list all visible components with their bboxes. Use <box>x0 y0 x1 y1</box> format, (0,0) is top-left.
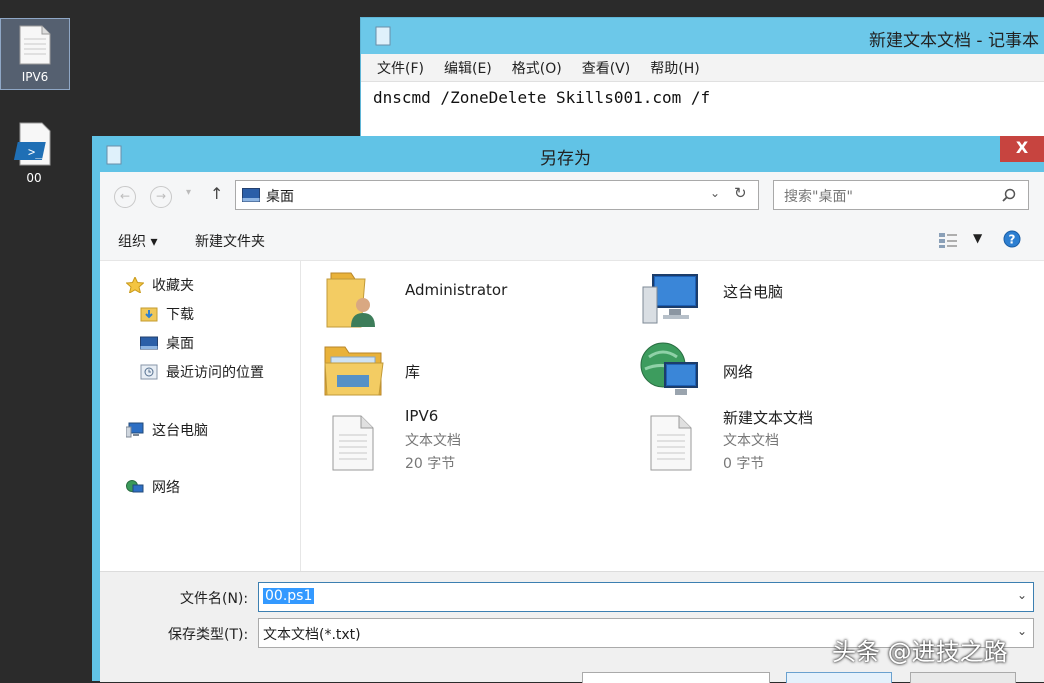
nav-recent-places[interactable]: 最近访问的位置 <box>140 362 264 382</box>
desktop-icon-00[interactable]: >_ 00 <box>0 122 68 192</box>
nav-favorites-label: 收藏夹 <box>152 278 194 294</box>
item-this-pc[interactable]: 这台电脑 <box>635 267 935 333</box>
filetype-value: 文本文档(*.txt) <box>263 627 361 643</box>
search-placeholder: 搜索"桌面" <box>784 189 853 205</box>
svg-text:>_: >_ <box>28 145 43 159</box>
address-dropdown-icon[interactable]: ⌄ <box>710 186 720 200</box>
watermark-text: 头条 @进技之路 <box>832 638 1008 666</box>
item-name: IPV6 <box>405 407 439 425</box>
item-name: 新建文本文档 <box>723 409 814 427</box>
item-new-text-file[interactable]: 新建文本文档 文本文档 0 字节 <box>635 407 935 473</box>
file-list: Administrator 这台电脑 库 网络 IPV6 文本文档 20 字节 … <box>301 261 1044 571</box>
recent-places-icon <box>140 364 158 380</box>
desktop-folder-icon <box>242 188 260 202</box>
back-arrow-icon[interactable]: ← <box>114 186 136 208</box>
star-icon <box>126 277 144 293</box>
search-input[interactable]: 搜索"桌面" <box>773 180 1029 210</box>
navigation-pane: 收藏夹 下载 桌面 最近访问的位置 这台电脑 网络 <box>100 261 301 571</box>
notepad-text-area[interactable]: dnscmd /ZoneDelete Skills001.com /f <box>361 82 1044 113</box>
powershell-file-icon: >_ <box>13 122 51 166</box>
nav-recent-label: 最近访问的位置 <box>166 365 264 381</box>
dialog-titlebar[interactable]: 另存为 X <box>92 136 1044 172</box>
nav-network-label: 网络 <box>152 480 180 496</box>
organize-button[interactable]: 组织 ▾ <box>118 231 157 251</box>
item-size: 20 字节 <box>405 456 456 472</box>
menu-help[interactable]: 帮助(H) <box>650 58 699 78</box>
libraries-folder-icon <box>324 346 384 396</box>
filename-value: 00.ps1 <box>263 588 315 604</box>
item-name: 这台电脑 <box>723 283 784 301</box>
menu-format[interactable]: 格式(O) <box>512 58 562 78</box>
filename-label: 文件名(N): <box>180 591 249 607</box>
search-icon <box>1002 188 1016 202</box>
nav-network[interactable]: 网络 <box>126 477 180 497</box>
nav-this-pc[interactable]: 这台电脑 <box>126 420 208 440</box>
item-libraries[interactable]: 库 <box>317 337 617 403</box>
svg-text:?: ? <box>1009 233 1016 247</box>
notepad-titlebar[interactable]: 新建文本文档 - 记事本 <box>361 18 1044 54</box>
nav-this-pc-label: 这台电脑 <box>152 423 208 439</box>
dialog-title: 另存为 <box>540 149 591 169</box>
text-file-icon <box>19 25 51 65</box>
filename-input[interactable]: 00.ps1 ⌄ <box>258 582 1034 612</box>
desktop-icon-label: IPV6 <box>21 70 49 84</box>
chevron-down-icon[interactable]: ⌄ <box>1017 588 1027 602</box>
notepad-menubar: 文件(F) 编辑(E) 格式(O) 查看(V) 帮助(H) <box>361 54 1044 82</box>
forward-arrow-icon[interactable]: → <box>150 186 172 208</box>
item-name: 库 <box>405 363 421 381</box>
text-file-icon <box>332 415 374 471</box>
view-options-icon[interactable] <box>938 231 958 249</box>
address-text: 桌面 <box>266 189 294 205</box>
dialog-app-icon <box>106 145 122 165</box>
text-file-icon <box>650 415 692 471</box>
item-name: Administrator <box>405 281 508 299</box>
nav-desktop[interactable]: 桌面 <box>140 333 194 353</box>
downloads-folder-icon <box>140 307 158 322</box>
command-toolbar: 组织 ▾ 新建文件夹 ▼ ? <box>100 220 1044 261</box>
item-ipv6-file[interactable]: IPV6 文本文档 20 字节 <box>317 407 617 473</box>
save-button[interactable] <box>786 672 892 683</box>
cancel-button[interactable] <box>910 672 1016 683</box>
item-network[interactable]: 网络 <box>635 337 935 403</box>
help-icon[interactable]: ? <box>1003 230 1021 248</box>
desktop-icon-label: 00 <box>26 171 42 185</box>
navigation-bar: ← → ▾ ↑ 桌面 ⌄ ↻ 搜索"桌面" <box>100 172 1044 220</box>
save-as-dialog: 另存为 X ← → ▾ ↑ 桌面 ⌄ ↻ 搜索"桌面" 组织 ▾ 新建文件夹 ▼… <box>92 136 1044 683</box>
new-folder-button[interactable]: 新建文件夹 <box>195 231 265 251</box>
item-type: 文本文档 <box>405 433 461 449</box>
notepad-app-icon <box>375 26 391 46</box>
history-chevron-icon[interactable]: ▾ <box>186 187 191 198</box>
up-arrow-icon[interactable]: ↑ <box>210 184 223 203</box>
user-folder-icon <box>326 272 375 328</box>
filetype-label: 保存类型(T): <box>168 627 249 643</box>
refresh-icon[interactable]: ↻ <box>734 184 747 202</box>
close-button[interactable]: X <box>1000 136 1044 162</box>
address-bar[interactable]: 桌面 ⌄ ↻ <box>235 180 759 210</box>
item-name: 网络 <box>723 363 754 381</box>
item-type: 文本文档 <box>723 433 779 449</box>
item-size: 0 字节 <box>723 456 765 472</box>
nav-downloads-label: 下载 <box>166 307 194 323</box>
chevron-down-icon[interactable]: ⌄ <box>1017 624 1027 638</box>
computer-icon <box>642 274 698 324</box>
dialog-body: ← → ▾ ↑ 桌面 ⌄ ↻ 搜索"桌面" 组织 ▾ 新建文件夹 ▼ ? 收藏夹… <box>100 172 1044 683</box>
computer-icon <box>126 422 144 438</box>
menu-view[interactable]: 查看(V) <box>582 58 631 78</box>
network-icon <box>126 480 144 493</box>
desktop-icon <box>140 336 158 350</box>
desktop-icon-ipv6[interactable]: IPV6 <box>0 18 70 90</box>
nav-downloads[interactable]: 下载 <box>140 304 194 324</box>
nav-desktop-label: 桌面 <box>166 336 194 352</box>
network-icon <box>640 342 698 395</box>
encoding-area[interactable] <box>582 672 770 683</box>
nav-favorites[interactable]: 收藏夹 <box>126 275 194 295</box>
menu-file[interactable]: 文件(F) <box>377 58 424 78</box>
menu-edit[interactable]: 编辑(E) <box>444 58 492 78</box>
view-dropdown-icon[interactable]: ▼ <box>973 231 982 245</box>
item-administrator[interactable]: Administrator <box>317 267 617 333</box>
notepad-title: 新建文本文档 - 记事本 <box>869 31 1039 51</box>
